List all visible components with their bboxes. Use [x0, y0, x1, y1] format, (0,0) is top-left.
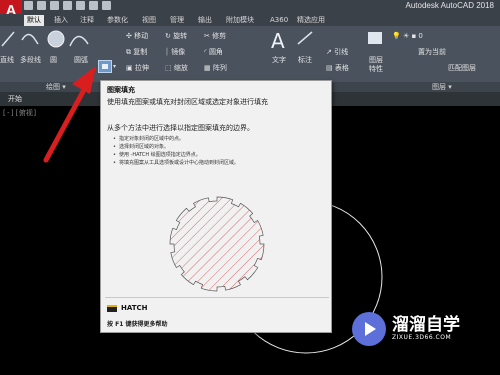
hatch-illustration	[169, 196, 265, 292]
autocad-window: Autodesk AutoCAD 2018 A 默认 插入 注释 参数化 视图 …	[0, 0, 500, 375]
hatched-gear-shape	[169, 196, 265, 292]
tooltip-command: HATCH	[107, 304, 148, 312]
command-name: HATCH	[121, 304, 148, 312]
hatch-tooltip: 图案填充 使用填充图案或填充对封闭区域或选定对象进行填充 从多个方法中进行选择以…	[100, 80, 332, 333]
command-line-icon	[107, 304, 117, 312]
watermark-name: 溜溜自学	[392, 315, 460, 335]
play-logo-icon	[352, 312, 386, 346]
watermark: 溜溜自学 ZIXUE.3D66.COM	[352, 310, 470, 360]
tooltip-divider	[105, 297, 329, 298]
tooltip-help-hint: 按 F1 键获得更多帮助	[107, 321, 168, 328]
watermark-url: ZIXUE.3D66.COM	[392, 334, 452, 341]
